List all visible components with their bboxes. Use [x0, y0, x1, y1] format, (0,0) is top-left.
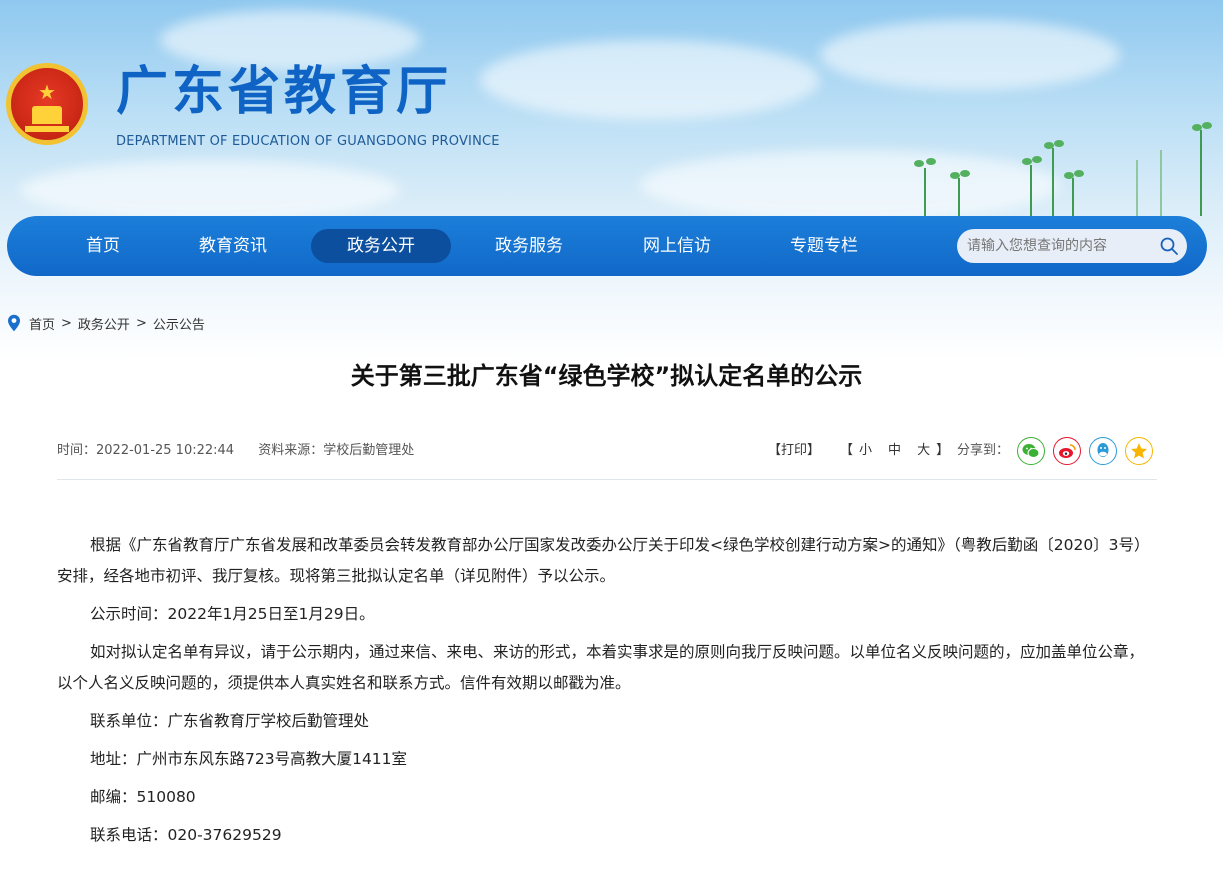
- search-input[interactable]: [967, 229, 1153, 263]
- article-paragraph: 邮编：510080: [90, 788, 196, 806]
- nav-item-government-affairs[interactable]: 政务公开: [311, 229, 451, 263]
- qq-icon[interactable]: [1089, 437, 1117, 465]
- share-label: 分享到：: [957, 443, 1010, 458]
- breadcrumb: 首页 > 政务公开 > 公示公告: [7, 314, 205, 333]
- article-source: 资料来源：学校后勤管理处: [258, 443, 415, 458]
- font-size-large-button[interactable]: 大: [917, 441, 930, 461]
- breadcrumb-separator: >: [61, 315, 72, 331]
- article-paragraph: 如对拟认定名单有异议，请于公示期内，通过来信、来电、来访的形式，本着实事求是的原…: [57, 643, 1145, 692]
- main-nav: 首页 教育资讯 政务公开 政务服务 网上信访 专题专栏: [7, 216, 1207, 276]
- print-button[interactable]: 【打印】: [768, 441, 820, 461]
- article-title: 关于第三批广东省“绿色学校”拟认定名单的公示: [350, 362, 863, 390]
- breadcrumb-government-affairs[interactable]: 政务公开: [78, 314, 130, 333]
- article-paragraph: 联系单位：广东省教育厅学校后勤管理处: [90, 712, 370, 730]
- publish-time: 时间：2022-01-25 10:22:44: [57, 443, 235, 458]
- location-pin-icon: [8, 314, 20, 332]
- font-size-bracket-open: 【: [840, 443, 854, 458]
- font-size-medium-button[interactable]: 中: [888, 441, 901, 461]
- nav-item-online-petition[interactable]: 网上信访: [627, 229, 727, 263]
- site-title: 广东省教育厅: [116, 62, 453, 122]
- nav-item-government-services[interactable]: 政务服务: [479, 229, 579, 263]
- font-size-bracket-close: 】: [936, 443, 950, 458]
- article-paragraph: 根据《广东省教育厅广东省发展和改革委员会转发教育部办公厅国家发改委办公厅关于印发…: [57, 536, 1150, 585]
- search-icon[interactable]: [1159, 236, 1179, 256]
- nav-item-special-topics[interactable]: 专题专栏: [774, 229, 874, 263]
- qzone-icon[interactable]: [1125, 437, 1153, 465]
- article-body: 根据《广东省教育厅广东省发展和改革委员会转发教育部办公厅国家发改委办公厅关于印发…: [57, 530, 1157, 851]
- weibo-icon[interactable]: [1053, 437, 1081, 465]
- article-paragraph: 公示时间：2022年1月25日至1月29日。: [90, 605, 375, 623]
- article-paragraph: 联系电话：020-37629529: [90, 826, 282, 844]
- article-tools: 【打印】 【 小 中 大 】: [768, 441, 949, 461]
- breadcrumb-separator: >: [135, 315, 147, 331]
- article-meta: 时间：2022-01-25 10:22:44 资料来源：学校后勤管理处: [57, 441, 434, 461]
- meta-divider: [57, 479, 1157, 480]
- site-subtitle: DEPARTMENT OF EDUCATION OF GUANGDONG PRO…: [116, 134, 500, 149]
- wechat-icon[interactable]: [1017, 437, 1045, 465]
- header-banner: ★ 广东省教育厅 DEPARTMENT OF EDUCATION OF GUAN…: [0, 0, 1223, 360]
- article-paragraph: 地址：广州市东风东路723号高教大厦1411室: [90, 750, 408, 768]
- breadcrumb-announcements[interactable]: 公示公告: [153, 314, 205, 333]
- font-size-small-button[interactable]: 小: [859, 441, 872, 461]
- search-box: [957, 229, 1187, 263]
- national-emblem-icon: ★: [6, 63, 88, 145]
- breadcrumb-home[interactable]: 首页: [29, 314, 55, 333]
- nav-item-education-news[interactable]: 教育资讯: [183, 229, 283, 263]
- nav-item-home[interactable]: 首页: [63, 229, 143, 263]
